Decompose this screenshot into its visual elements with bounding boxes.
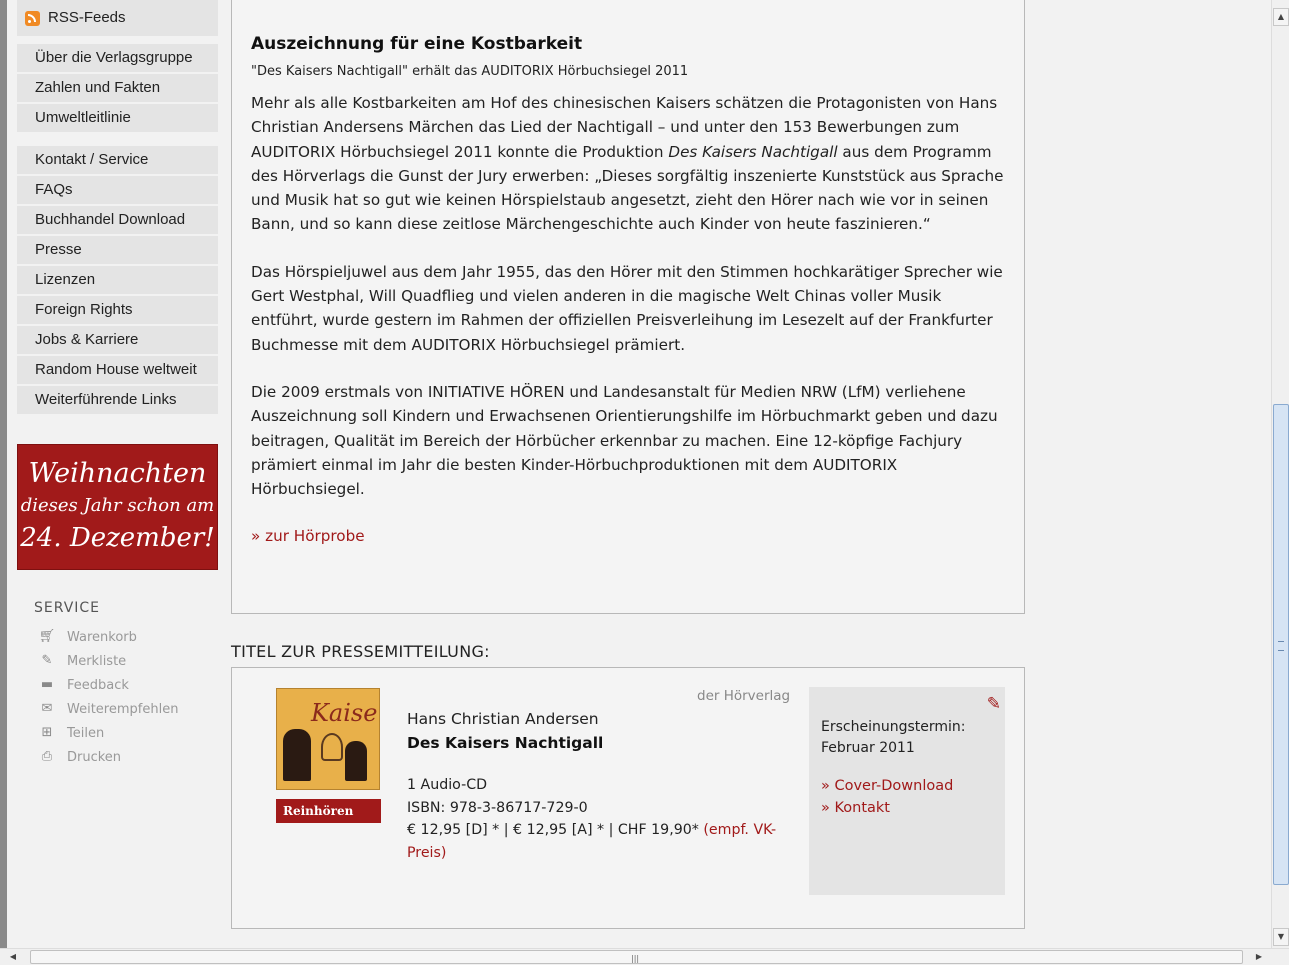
book-cover-image[interactable]: Kaisers <box>276 688 380 790</box>
cover-figure <box>345 741 367 781</box>
nav-item-verlagsgruppe[interactable]: Über die Verlagsgruppe <box>17 44 218 72</box>
service-teilen[interactable]: ⊞ Teilen <box>34 721 218 745</box>
book-title[interactable]: Des Kaisers Nachtigall <box>407 734 603 752</box>
scroll-grip: ||| <box>631 954 640 963</box>
horizontal-scrollbar[interactable]: ◀ ||| ▶ <box>0 948 1289 965</box>
author-name: Hans Christian Andersen <box>407 710 599 728</box>
nav-item-kontakt[interactable]: Kontakt / Service <box>17 146 218 174</box>
horizontal-scroll-thumb[interactable]: ||| <box>30 950 1243 964</box>
cover-figure <box>283 729 311 781</box>
service-box: SERVICE 🛒︎ Warenkorb ✎ Merkliste ▬ Feedb… <box>17 600 218 769</box>
christmas-promo-banner[interactable]: Weihnachten dieses Jahr schon am 24. Dez… <box>17 444 218 570</box>
rss-label: RSS-Feeds <box>48 9 126 26</box>
cover-birdcage <box>321 733 343 761</box>
release-label: Erscheinungstermin: <box>821 719 966 735</box>
listen-sample-link[interactable]: » zur Hörprobe <box>251 524 1005 548</box>
notepad-icon: ✎ <box>41 653 53 668</box>
nav-item-foreign-rights[interactable]: Foreign Rights <box>17 296 218 324</box>
listen-button[interactable]: Reinhören <box>276 799 381 823</box>
vertical-scroll-thumb[interactable] <box>1273 404 1289 885</box>
price-line: € 12,95 [D] * | € 12,95 [A] * | CHF 19,9… <box>407 819 797 864</box>
envelope-icon: ✉ <box>41 701 53 716</box>
nav-item-random-house[interactable]: Random House weltweit <box>17 356 218 384</box>
format-label: 1 Audio-CD <box>407 777 488 793</box>
scroll-right-arrow-icon[interactable]: ▶ <box>1250 949 1268 965</box>
promo-line-2: dieses Jahr schon am <box>20 495 215 516</box>
service-label: Teilen <box>67 725 105 741</box>
article-paragraph-2: Das Hörspieljuwel aus dem Jahr 1955, das… <box>251 262 1003 354</box>
service-label: Warenkorb <box>67 629 137 645</box>
service-weiterempfehlen[interactable]: ✉ Weiterempfehlen <box>34 697 218 721</box>
rss-icon <box>25 10 40 26</box>
scroll-up-arrow-icon[interactable]: ▲ <box>1273 8 1289 26</box>
service-label: Merkliste <box>67 653 127 669</box>
press-article: Auszeichnung für eine Kostbarkeit "Des K… <box>231 0 1025 614</box>
article-subtitle: "Des Kaisers Nachtigall" erhält das AUDI… <box>251 64 689 79</box>
work-title: Des Kaisers Nachtigall <box>668 142 838 161</box>
service-label: Feedback <box>67 677 129 693</box>
promo-line-3: 24. Dezember! <box>20 523 215 553</box>
nav-item-zahlen-fakten[interactable]: Zahlen und Fakten <box>17 74 218 102</box>
printer-icon: ⎙ <box>41 749 53 764</box>
speech-bubble-icon: ▬ <box>40 677 54 692</box>
promo-line-1: Weihnachten <box>28 458 207 489</box>
nav-item-umweltleitlinie[interactable]: Umweltleitlinie <box>17 104 218 132</box>
nav-item-faqs[interactable]: FAQs <box>17 176 218 204</box>
service-label: Drucken <box>67 749 122 765</box>
sidebar: RSS-Feeds Über die Verlagsgruppe Zahlen … <box>17 0 218 769</box>
article-paragraph-1: Mehr als alle Kostbarkeiten am Hof des c… <box>251 91 1005 237</box>
vertical-scrollbar[interactable]: ▲ ▼ <box>1271 0 1289 948</box>
edit-note-icon[interactable]: ✎ <box>987 694 1001 714</box>
nav-gap <box>17 134 218 146</box>
isbn-label: ISBN: 978-3-86717-729-0 <box>407 799 588 816</box>
article-title: Auszeichnung für eine Kostbarkeit <box>251 34 583 54</box>
book-info: 1 Audio-CD ISBN: 978-3-86717-729-0 € 12,… <box>407 774 797 864</box>
cart-icon: 🛒︎ <box>38 629 56 644</box>
service-warenkorb[interactable]: 🛒︎ Warenkorb <box>34 625 218 649</box>
nav-item-jobs[interactable]: Jobs & Karriere <box>17 326 218 354</box>
service-drucken[interactable]: ⎙ Drucken <box>34 745 218 769</box>
service-title: SERVICE <box>34 600 101 616</box>
service-label: Weiterempfehlen <box>67 701 179 717</box>
nav-item-links[interactable]: Weiterführende Links <box>17 386 218 414</box>
title-links: » Cover-Download » Kontakt <box>821 775 993 819</box>
window-frame-left <box>0 0 7 948</box>
article-paragraph-3: Die 2009 erstmals von INITIATIVE HÖREN u… <box>251 382 998 499</box>
title-side-panel: ✎ Erscheinungstermin: Februar 2011 » Cov… <box>809 687 1005 895</box>
scroll-down-arrow-icon[interactable]: ▼ <box>1273 928 1289 946</box>
publisher-label: der Hörverlag <box>697 688 791 704</box>
cover-download-link[interactable]: » Cover-Download <box>821 775 993 797</box>
plus-icon: ⊞ <box>41 725 53 740</box>
title-card: Kaisers Reinhören der Hörverlag Hans Chr… <box>231 667 1025 929</box>
rss-feeds-link[interactable]: RSS-Feeds <box>17 0 218 36</box>
scroll-grip <box>1278 641 1284 651</box>
scroll-left-arrow-icon[interactable]: ◀ <box>4 949 22 965</box>
nav-item-presse[interactable]: Presse <box>17 236 218 264</box>
nav-item-buchhandel[interactable]: Buchhandel Download <box>17 206 218 234</box>
cover-title-text: Kaisers <box>311 699 379 727</box>
nav-item-lizenzen[interactable]: Lizenzen <box>17 266 218 294</box>
release-date: Februar 2011 <box>821 740 915 756</box>
price-text: € 12,95 [D] * | € 12,95 [A] * | CHF 19,9… <box>407 822 704 838</box>
service-feedback[interactable]: ▬ Feedback <box>34 673 218 697</box>
service-merkliste[interactable]: ✎ Merkliste <box>34 649 218 673</box>
contact-link[interactable]: » Kontakt <box>821 797 993 819</box>
titles-section-heading: TITEL ZUR PRESSEMITTEILUNG: <box>231 642 490 661</box>
